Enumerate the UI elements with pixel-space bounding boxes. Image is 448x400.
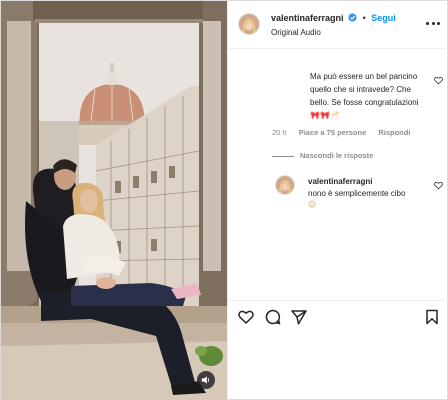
reply-emoji: 😌: [308, 200, 317, 209]
avatar-image: [239, 14, 259, 34]
more-dot: [437, 21, 440, 25]
comment-like-heart-icon[interactable]: [434, 76, 443, 85]
post-header: valentinaferragni • Segui Original Audio: [228, 1, 448, 49]
paper-plane-icon: [291, 310, 307, 325]
hide-replies-label: Nascondi le risposte: [300, 151, 374, 160]
comment-time: 20 h: [272, 128, 287, 137]
author-line: valentinaferragni • Segui: [271, 13, 396, 24]
author-avatar[interactable]: [238, 13, 260, 35]
hide-replies-button[interactable]: Nascondi le risposte: [272, 151, 373, 161]
bookmark-icon: [426, 309, 438, 325]
comment-button[interactable]: [265, 309, 281, 325]
more-dot: [426, 21, 429, 25]
more-dot: [431, 21, 435, 25]
share-button[interactable]: [291, 309, 307, 325]
instagram-post: valentinaferragni • Segui Original Audio…: [0, 0, 448, 400]
audio-label[interactable]: Original Audio: [271, 28, 321, 38]
comment-body: Ma può essere un bel pancino quello che …: [310, 72, 419, 107]
reply-body: nono è semplicemente cibo: [308, 189, 406, 198]
comment-meta: 20 h Piace a 75 persone Rispondi: [272, 128, 420, 138]
like-button[interactable]: [238, 309, 254, 325]
author-username[interactable]: valentinaferragni: [271, 13, 344, 23]
reply-button[interactable]: Rispondi: [378, 128, 410, 137]
comment-icon: [265, 309, 281, 325]
heart-icon: [238, 310, 254, 324]
save-button[interactable]: [424, 309, 440, 325]
reply-author-username[interactable]: valentinaferragni: [308, 177, 372, 187]
reply-author-avatar[interactable]: [275, 175, 295, 195]
post-side-panel: valentinaferragni • Segui Original Audio…: [227, 1, 448, 400]
reply-like-heart-icon[interactable]: [434, 181, 443, 190]
action-bar: [228, 300, 448, 334]
comment-text: Ma può essere un bel pancino quello che …: [310, 70, 422, 122]
reply-text: nono è semplicemente cibo 😌: [308, 188, 408, 210]
post-photo: [1, 1, 227, 400]
dot-separator: •: [362, 13, 366, 23]
comment-emoji: 🎀🎀🥂: [310, 111, 340, 120]
speaker-icon: [201, 376, 210, 384]
comment-likes-count[interactable]: Piace a 75 persone: [299, 128, 367, 137]
follow-button[interactable]: Segui: [371, 13, 396, 23]
post-media[interactable]: [1, 1, 227, 400]
more-options-icon[interactable]: [426, 18, 440, 28]
audio-toggle-button[interactable]: [197, 371, 215, 389]
divider-line: [272, 155, 294, 157]
avatar-image: [276, 176, 294, 194]
verified-badge-icon: [348, 13, 357, 22]
